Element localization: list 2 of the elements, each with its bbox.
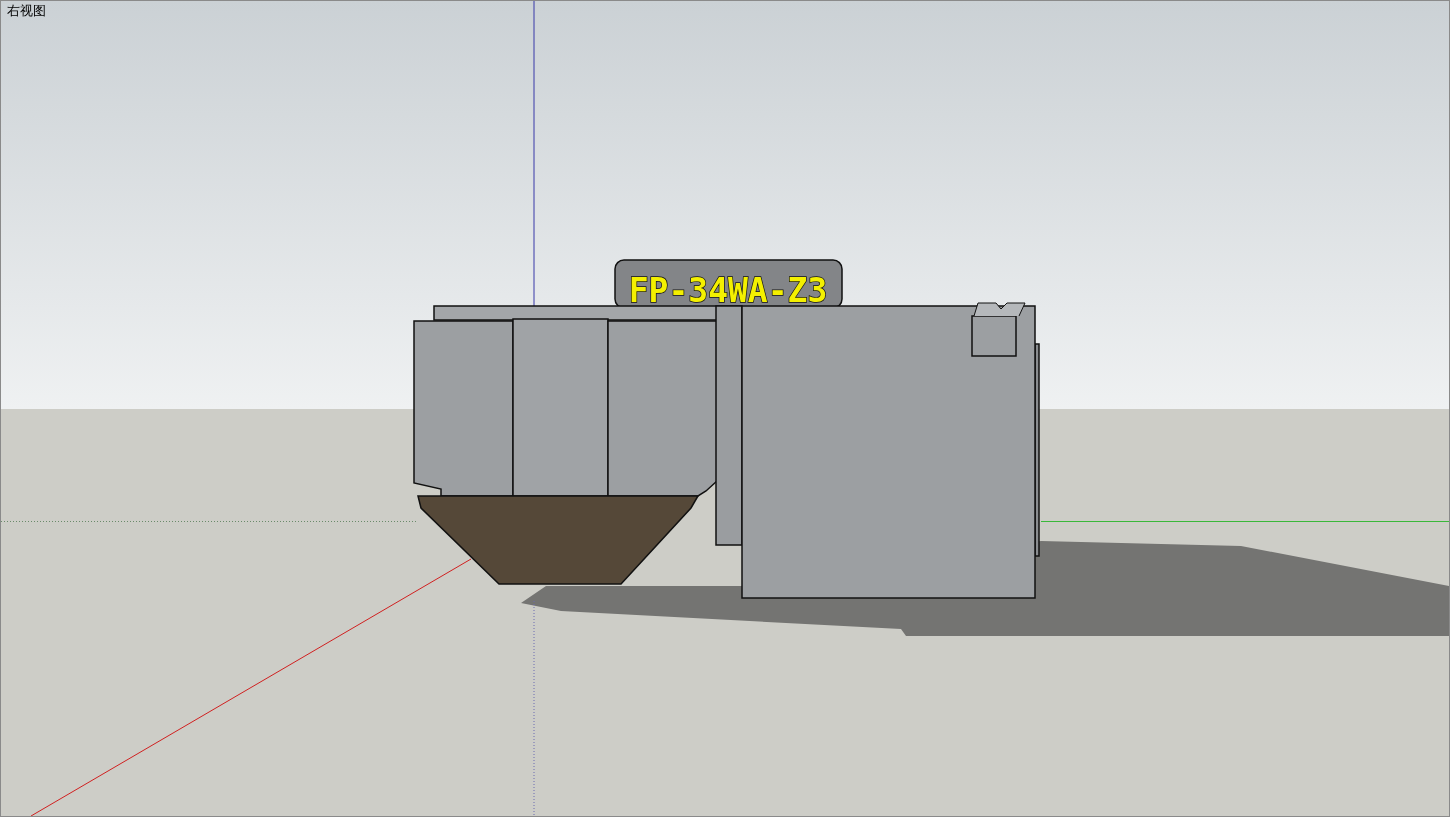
model-sign-text: FP-34WA-Z3 [628,271,828,310]
view-title: 右视图 [7,2,46,20]
